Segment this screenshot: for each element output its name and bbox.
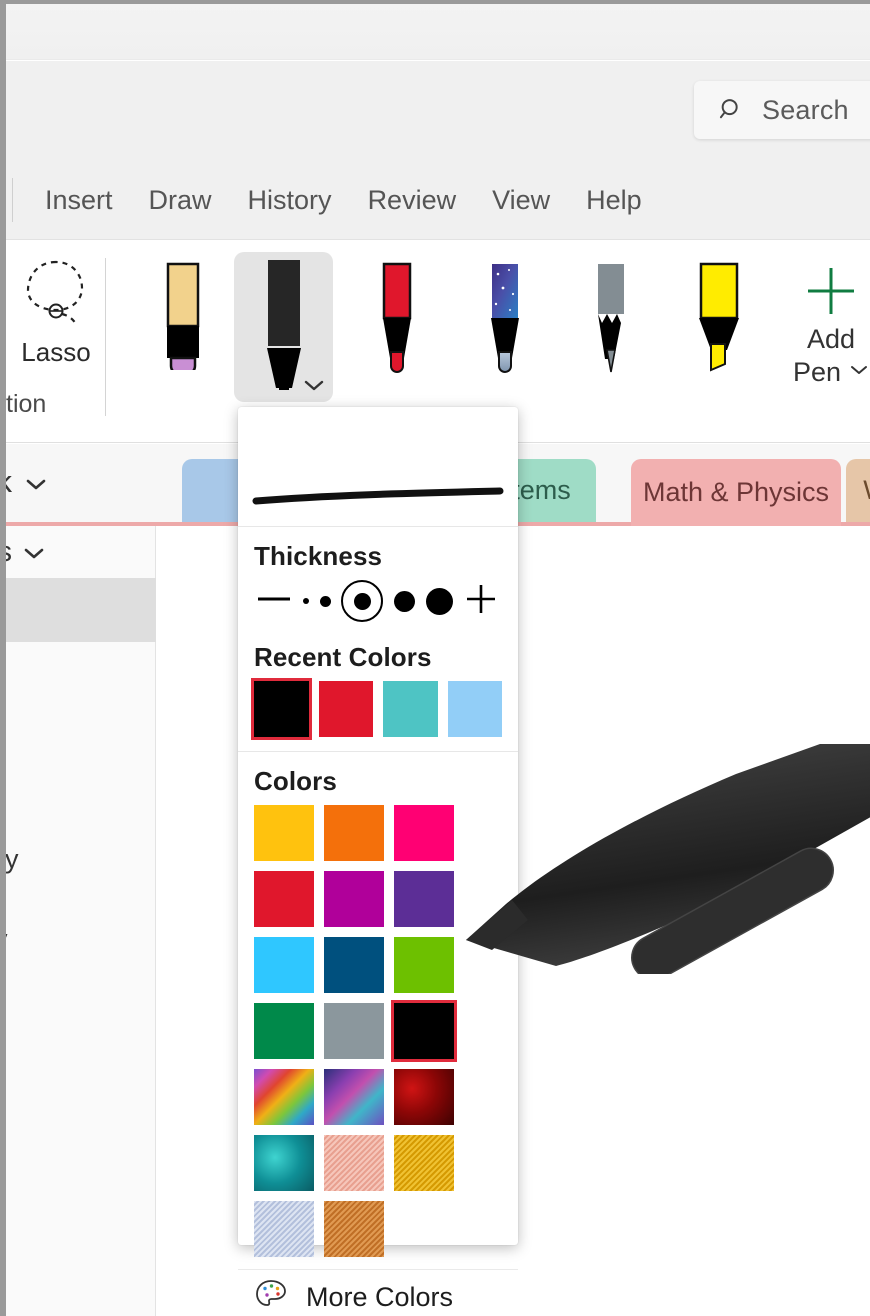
thickness-title: Thickness: [254, 541, 383, 571]
section-tab-3[interactable]: W: [846, 459, 870, 522]
more-colors-label: More Colors: [306, 1282, 454, 1312]
pen-yellow-highlighter[interactable]: [671, 260, 769, 400]
recent-swatch-red[interactable]: [318, 681, 373, 737]
pen-pencil[interactable]: [134, 260, 232, 400]
page-list-item-2[interactable]: y: [6, 906, 156, 970]
app-window: Search Insert Draw History Review View H…: [6, 4, 870, 1316]
color-swatch-bronze-pencil-texture[interactable]: [324, 1201, 384, 1257]
color-swatch-gray[interactable]: [324, 1003, 384, 1059]
add-pen-label-line1: Add: [806, 324, 856, 354]
ribbon-group-separator: [105, 258, 106, 416]
chevron-down-icon[interactable]: [303, 378, 325, 392]
color-swatch-amber[interactable]: [254, 805, 314, 861]
color-swatch-purple[interactable]: [394, 871, 454, 927]
page-list-item-label: y: [6, 924, 8, 955]
page-list-item-label: gy: [6, 844, 19, 874]
page-list-item-1[interactable]: gy: [6, 826, 156, 890]
thickness-custom-plus-icon[interactable]: [464, 582, 498, 621]
pen-black-selected[interactable]: [234, 252, 333, 402]
color-swatch-dark-blue[interactable]: [324, 937, 384, 993]
recent-colors-section: Recent Colors: [238, 628, 518, 751]
add-pen-label-line2: Pen: [792, 356, 842, 387]
page-list-item-selected[interactable]: [6, 578, 156, 642]
pen-options-flyout: Thickness Recent Colors Colors More Colo…: [238, 407, 518, 1312]
lasso-button[interactable]: Lasso: [8, 256, 104, 367]
add-pen-button[interactable]: Add Pen: [776, 260, 870, 410]
color-swatch-lava-texture[interactable]: [394, 1069, 454, 1125]
color-swatch-silver-pencil-texture[interactable]: [254, 1201, 314, 1257]
colors-grid: [254, 799, 504, 1269]
thickness-options: [254, 574, 502, 628]
notebook-name[interactable]: ook: [6, 464, 48, 500]
pen-galaxy[interactable]: [456, 260, 554, 400]
chevron-down-icon[interactable]: [849, 363, 869, 381]
thickness-thin-line[interactable]: [256, 592, 292, 611]
recent-swatch-teal[interactable]: [383, 681, 438, 737]
thickness-size-4[interactable]: [394, 590, 416, 612]
tab-history[interactable]: History: [230, 181, 350, 220]
search-box[interactable]: Search: [694, 81, 870, 139]
stroke-preview: [238, 407, 518, 527]
color-swatch-pink[interactable]: [394, 805, 454, 861]
thickness-size-1[interactable]: [302, 598, 309, 604]
thickness-size-5[interactable]: [426, 587, 454, 615]
section-tab-2-active[interactable]: Math & Physics: [631, 459, 841, 526]
tab-view[interactable]: View: [474, 181, 568, 220]
color-swatch-magenta[interactable]: [324, 871, 384, 927]
notebook-name-label: ook: [6, 464, 12, 500]
tabstrip-divider: [12, 178, 13, 222]
color-swatch-orange[interactable]: [324, 805, 384, 861]
search-placeholder: Search: [762, 94, 849, 125]
plus-icon: [804, 264, 858, 323]
color-swatch-cyan[interactable]: [254, 937, 314, 993]
colors-title: Colors: [254, 766, 337, 796]
recent-colors-row: [251, 675, 502, 751]
tab-draw[interactable]: Draw: [131, 181, 230, 220]
section-tab-label: Math & Physics: [642, 477, 830, 507]
thickness-size-3-selected[interactable]: [341, 580, 384, 622]
page-list-header-label: s: [6, 536, 12, 569]
color-swatch-ocean-texture[interactable]: [254, 1135, 314, 1191]
page-list-header[interactable]: s: [6, 526, 156, 578]
page-list: s gy y: [6, 526, 156, 1316]
tab-review[interactable]: Review: [350, 181, 475, 220]
group-label: tion: [6, 390, 47, 418]
ribbon-tab-strip: Insert Draw History Review View Help: [6, 161, 870, 240]
color-swatch-dark-green[interactable]: [254, 1003, 314, 1059]
recent-colors-title: Recent Colors: [254, 642, 432, 672]
palette-icon: [254, 1277, 288, 1316]
tab-help[interactable]: Help: [568, 181, 660, 220]
lasso-label: Lasso: [21, 337, 91, 367]
pen-gray-pencil[interactable]: [562, 260, 660, 400]
tab-insert[interactable]: Insert: [27, 181, 131, 220]
section-tab-label: W: [863, 475, 870, 506]
chevron-down-icon[interactable]: [24, 464, 48, 500]
title-bar: [6, 4, 870, 60]
colors-section: Colors: [238, 752, 518, 1269]
pen-red[interactable]: [348, 260, 446, 400]
more-colors-button[interactable]: More Colors: [238, 1269, 518, 1316]
chevron-down-icon[interactable]: [22, 536, 46, 569]
color-swatch-rose-gold-pencil-texture[interactable]: [324, 1135, 384, 1191]
thickness-section: Thickness: [238, 527, 518, 628]
color-swatch-gold-pencil-texture[interactable]: [394, 1135, 454, 1191]
color-swatch-black[interactable]: [391, 1000, 457, 1062]
color-swatch-rainbow-texture[interactable]: [254, 1069, 314, 1125]
thickness-size-2[interactable]: [319, 595, 331, 607]
selection-group: Lasso tion: [6, 240, 106, 442]
color-swatch-galaxy-texture[interactable]: [324, 1069, 384, 1125]
recent-swatch-black[interactable]: [251, 678, 312, 740]
search-icon: [718, 96, 746, 124]
recent-swatch-light-blue[interactable]: [447, 681, 502, 737]
search-row: Search: [6, 61, 870, 161]
lasso-icon: [16, 256, 96, 333]
color-swatch-green[interactable]: [394, 937, 454, 993]
color-swatch-red[interactable]: [254, 871, 314, 927]
